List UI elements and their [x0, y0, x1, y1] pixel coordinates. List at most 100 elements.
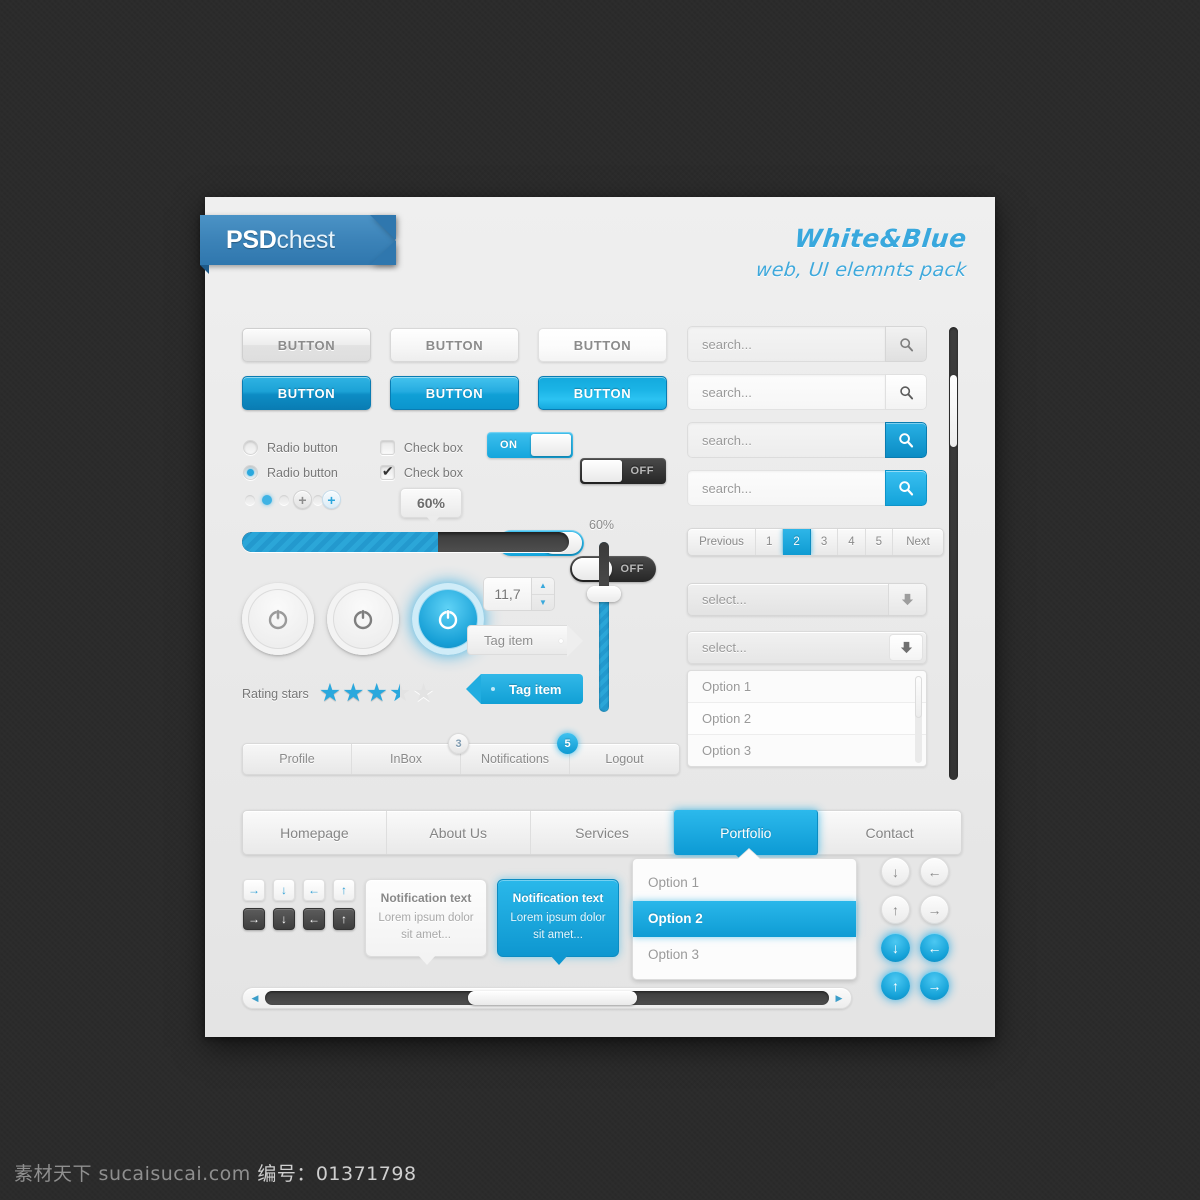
search-icon[interactable] [885, 470, 927, 506]
chevron-down-icon[interactable] [888, 584, 926, 615]
arrow-right-icon[interactable]: → [920, 895, 949, 924]
scroll-left-icon[interactable]: ◀ [247, 993, 263, 1004]
power-button-gray-2[interactable] [327, 583, 399, 655]
arrow-up-icon[interactable]: ↑ [333, 879, 355, 901]
search-field-1[interactable]: search... [687, 326, 927, 362]
arrow-down-icon[interactable]: ↓ [881, 857, 910, 886]
select-dropdown-2[interactable]: select... [687, 631, 927, 664]
tag-item-blue[interactable]: Tag item [466, 674, 583, 704]
chevron-down-icon[interactable] [889, 634, 923, 661]
horizontal-scrollbar-thumb[interactable] [468, 991, 638, 1005]
checkbox-checked-icon[interactable] [379, 463, 395, 480]
dot-1[interactable] [245, 495, 255, 505]
plus-icon-gray[interactable]: + [293, 490, 312, 509]
vertical-scrollbar-thumb[interactable] [950, 375, 957, 447]
listbox-scroll-thumb[interactable] [915, 676, 922, 718]
toggle-square-on[interactable]: ON [487, 432, 573, 458]
ui-kit-card: PSD chest White&Blue web, UI elemnts pack… [200, 197, 995, 1037]
vertical-scrollbar[interactable] [949, 327, 958, 780]
tab-inbox[interactable]: InBox 3 [352, 733, 469, 774]
horizontal-scrollbar[interactable]: ◀ ▶ [242, 987, 852, 1009]
blue-button-2[interactable]: BUTTON [390, 376, 519, 410]
pagination-page-2-active[interactable]: 2 [783, 529, 811, 555]
progress-bar[interactable] [242, 532, 569, 552]
checkbox-label-2: Check box [403, 465, 463, 480]
number-spinner[interactable]: 11,7 ▲ ▼ [483, 577, 555, 611]
arrow-right-icon[interactable]: → [920, 971, 949, 1000]
search-input[interactable]: search... [687, 374, 885, 410]
vertical-slider-handle[interactable] [587, 586, 621, 602]
tag-hole-icon [491, 687, 495, 691]
star-empty-5[interactable]: ★ [412, 681, 434, 706]
arrow-up-icon[interactable]: ↑ [333, 908, 355, 930]
arrow-right-icon[interactable]: → [243, 908, 265, 930]
search-field-3[interactable]: search... [687, 422, 927, 458]
blue-button-3[interactable]: BUTTON [538, 376, 667, 410]
menu-item-option-1[interactable]: Option 1 [633, 865, 856, 901]
toggle-knob [531, 434, 571, 456]
list-item[interactable]: Option 1 [688, 671, 926, 703]
arrow-left-icon[interactable]: ← [920, 857, 949, 886]
pagination-page-3[interactable]: 3 [811, 529, 839, 555]
search-icon[interactable] [885, 326, 927, 362]
spinner-down-icon[interactable]: ▼ [532, 595, 554, 611]
pagination-page-5[interactable]: 5 [866, 529, 894, 555]
arrow-up-icon[interactable]: ↑ [881, 895, 910, 924]
arrow-left-icon[interactable]: ← [920, 933, 949, 962]
search-icon[interactable] [885, 374, 927, 410]
arrow-down-icon[interactable]: ↓ [273, 908, 295, 930]
toggle-round-off[interactable]: OFF [570, 556, 656, 582]
tab-notifications[interactable]: Notifications 5 [461, 733, 578, 774]
power-button-gray-1[interactable] [242, 583, 314, 655]
spinner-value[interactable]: 11,7 [483, 577, 531, 611]
toggle-square-off[interactable]: OFF [580, 458, 666, 484]
arrow-left-icon[interactable]: ← [303, 879, 325, 901]
nav-item-homepage[interactable]: Homepage [243, 811, 387, 854]
pagination-previous[interactable]: Previous [688, 529, 756, 555]
nav-item-about-us[interactable]: About Us [387, 811, 531, 854]
pagination-page-4[interactable]: 4 [838, 529, 866, 555]
pagination-next[interactable]: Next [893, 529, 943, 555]
star-filled-1[interactable]: ★ [319, 681, 341, 706]
search-field-4[interactable]: search... [687, 470, 927, 506]
gray-button-1[interactable]: BUTTON [242, 328, 371, 362]
radio-unchecked-icon[interactable] [243, 440, 258, 455]
arrow-down-icon[interactable]: ↓ [273, 879, 295, 901]
tag-item-gray[interactable]: Tag item [467, 625, 583, 657]
arrow-up-icon[interactable]: ↑ [881, 971, 910, 1000]
select-option-list[interactable]: Option 1 Option 2 Option 3 [687, 670, 927, 767]
blue-button-1[interactable]: BUTTON [242, 376, 371, 410]
menu-item-option-2-active[interactable]: Option 2 [633, 901, 856, 937]
dot-2-active[interactable] [262, 495, 272, 505]
dot-3[interactable] [279, 495, 289, 505]
tab-logout[interactable]: Logout [570, 744, 679, 774]
pagination-page-1[interactable]: 1 [756, 529, 784, 555]
search-field-2[interactable]: search... [687, 374, 927, 410]
arrow-right-icon[interactable]: → [243, 879, 265, 901]
search-input[interactable]: search... [687, 326, 885, 362]
gray-button-2[interactable]: BUTTON [390, 328, 519, 362]
arrow-down-icon[interactable]: ↓ [881, 933, 910, 962]
list-item[interactable]: Option 3 [688, 735, 926, 766]
star-half-4[interactable]: ★★ [389, 681, 411, 706]
spinner-up-icon[interactable]: ▲ [532, 578, 554, 595]
menu-item-option-3[interactable]: Option 3 [633, 937, 856, 973]
arrow-left-icon[interactable]: ← [303, 908, 325, 930]
vertical-slider[interactable] [587, 542, 621, 712]
nav-item-contact[interactable]: Contact [818, 811, 961, 854]
search-input[interactable]: search... [687, 422, 885, 458]
gray-button-3[interactable]: BUTTON [538, 328, 667, 362]
nav-item-services[interactable]: Services [531, 811, 675, 854]
select-dropdown-1[interactable]: select... [687, 583, 927, 616]
radio-checked-icon[interactable] [243, 465, 258, 480]
horizontal-scrollbar-track[interactable] [265, 991, 829, 1005]
plus-icon-blue[interactable]: + [322, 490, 341, 509]
checkbox-unchecked-icon[interactable] [379, 440, 395, 455]
star-filled-2[interactable]: ★ [342, 681, 364, 706]
search-icon[interactable] [885, 422, 927, 458]
scroll-right-icon[interactable]: ▶ [831, 993, 847, 1004]
tab-profile[interactable]: Profile [243, 744, 352, 774]
search-input[interactable]: search... [687, 470, 885, 506]
star-filled-3[interactable]: ★ [366, 681, 388, 706]
list-item[interactable]: Option 2 [688, 703, 926, 735]
